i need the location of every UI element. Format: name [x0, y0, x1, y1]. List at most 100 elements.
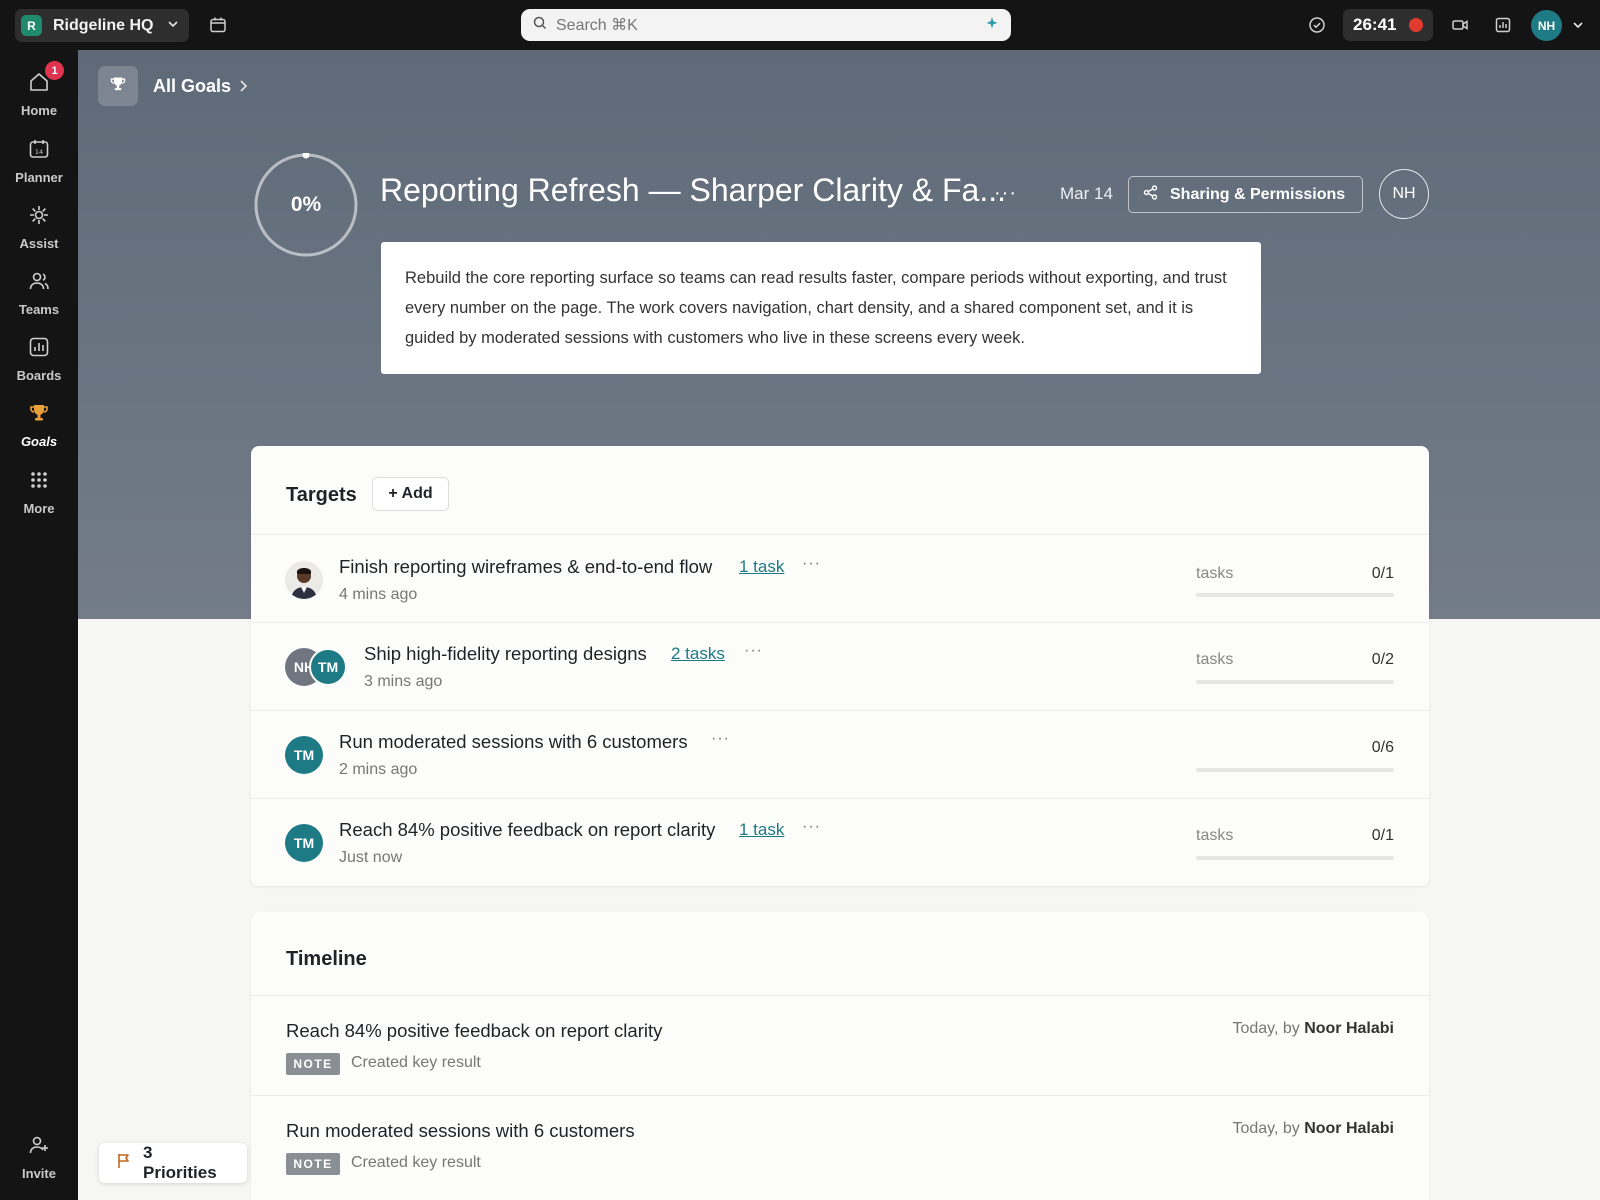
calendar-icon[interactable]	[208, 15, 228, 35]
workspace-logo: R	[21, 15, 42, 36]
timeline-entry-title[interactable]: Run moderated sessions with 6 customers	[286, 1120, 635, 1142]
due-date[interactable]: Mar 14	[1060, 184, 1113, 204]
sidebar-item-label: Home	[20, 103, 58, 118]
target-progress-bar	[1196, 593, 1394, 597]
sidebar-item-goals[interactable]: Goals	[0, 400, 78, 449]
target-timestamp: 4 mins ago	[339, 586, 418, 603]
timeline-author[interactable]: Noor Halabi	[1304, 1020, 1394, 1037]
sparkle-icon	[26, 202, 52, 228]
targets-card: Targets + Add Finish reporting wireframe…	[251, 446, 1429, 886]
share-icon	[1143, 184, 1158, 205]
check-circle-icon[interactable]	[1307, 15, 1327, 35]
sidebar-item-home[interactable]: 1 Home	[0, 61, 78, 118]
sidebar-item-label: Assist	[19, 236, 59, 251]
calendar-icon: 14	[26, 136, 52, 162]
record-dot-icon	[1409, 18, 1423, 32]
notification-badge: 1	[45, 61, 64, 80]
metric-value: 0/1	[1371, 827, 1394, 844]
target-title[interactable]: Reach 84% positive feedback on report cl…	[339, 819, 715, 841]
goal-owner-avatar[interactable]: NH	[1379, 169, 1429, 219]
metric-label: tasks	[1196, 827, 1234, 844]
grid-icon	[26, 467, 52, 493]
timeline-entry-desc: Created key result	[351, 1054, 481, 1071]
sidebar-item-assist[interactable]: Assist	[0, 202, 78, 251]
sidebar-item-label: Boards	[16, 368, 62, 383]
task-count-link[interactable]: 1 task	[739, 557, 784, 577]
more-options-icon[interactable]: ···	[744, 642, 763, 660]
recording-timer[interactable]: 26:41	[1343, 9, 1433, 41]
timeline-entry-meta: Today, by Noor Halabi	[1232, 1120, 1394, 1138]
sidebar-item-label: More	[23, 501, 55, 516]
report-icon[interactable]	[1493, 15, 1513, 35]
avatar: TM	[285, 824, 323, 862]
video-icon[interactable]	[1450, 15, 1470, 35]
more-options-icon[interactable]: ···	[802, 555, 821, 573]
search-input[interactable]: Search ⌘K	[521, 9, 1011, 41]
target-progress-bar	[1196, 856, 1394, 860]
task-count-link[interactable]: 1 task	[739, 820, 784, 840]
goal-description[interactable]: Rebuild the core reporting surface so te…	[381, 242, 1261, 374]
target-title[interactable]: Finish reporting wireframes & end-to-end…	[339, 556, 712, 578]
chevron-down-icon	[167, 17, 179, 35]
timeline-when: Today, by	[1232, 1120, 1300, 1137]
chevron-down-icon[interactable]	[1568, 15, 1588, 35]
timeline-card: Timeline Reach 84% positive feedback on …	[251, 912, 1429, 1200]
more-options-icon[interactable]: ···	[711, 730, 730, 748]
target-title[interactable]: Run moderated sessions with 6 customers	[339, 731, 688, 753]
add-target-button[interactable]: + Add	[372, 477, 449, 511]
sidebar-item-label: Goals	[20, 434, 58, 449]
target-title[interactable]: Ship high-fidelity reporting designs	[364, 643, 647, 665]
svg-text:14: 14	[35, 148, 43, 156]
share-label: Sharing & Permissions	[1170, 185, 1346, 203]
breadcrumb-all-goals[interactable]: All Goals	[153, 76, 231, 97]
chevron-right-icon	[237, 79, 249, 98]
workspace-switcher[interactable]: R Ridgeline HQ	[15, 9, 189, 42]
trophy-icon	[26, 400, 52, 426]
priorities-label: 3 Priorities	[143, 1143, 217, 1182]
more-options-icon[interactable]: ···	[802, 818, 821, 836]
search-icon	[533, 16, 547, 35]
avatar: TM	[285, 736, 323, 774]
sidebar-item-label: Planner	[15, 170, 63, 185]
metric-value: 0/2	[1371, 651, 1394, 668]
timeline-entry-title[interactable]: Reach 84% positive feedback on report cl…	[286, 1020, 662, 1042]
metric-label: tasks	[1196, 565, 1234, 582]
chart-icon	[26, 334, 52, 360]
timeline-entry[interactable]: Run moderated sessions with 6 customers …	[251, 1095, 1429, 1195]
sidebar-item-planner[interactable]: 14 Planner	[0, 136, 78, 185]
top-bar: R Ridgeline HQ Search ⌘K 26:41 NH	[0, 0, 1600, 50]
task-count-link[interactable]: 2 tasks	[671, 644, 725, 664]
goals-home-button[interactable]	[98, 66, 138, 106]
timeline-heading: Timeline	[286, 948, 367, 970]
invite-button[interactable]: Invite	[0, 1132, 78, 1181]
user-avatar[interactable]: NH	[1531, 10, 1562, 41]
priorities-button[interactable]: 3 Priorities	[99, 1143, 247, 1183]
target-timestamp: Just now	[339, 849, 403, 866]
goal-progress-percent: 0%	[290, 193, 322, 216]
target-row[interactable]: TM Reach 84% positive feedback on report…	[251, 798, 1429, 886]
sidebar-item-teams[interactable]: Teams	[0, 268, 78, 317]
metric-value: 0/6	[1371, 739, 1394, 756]
sidebar-item-boards[interactable]: Boards	[0, 334, 78, 383]
timeline-entry-desc: Created key result	[351, 1154, 481, 1171]
avatar: TM	[309, 648, 347, 686]
target-row[interactable]: TM Run moderated sessions with 6 custome…	[251, 710, 1429, 798]
timeline-when: Today, by	[1232, 1020, 1300, 1037]
ai-sparkle-icon[interactable]	[985, 16, 999, 35]
targets-heading: Targets	[286, 484, 357, 506]
target-progress-bar	[1196, 680, 1394, 684]
more-options-icon[interactable]: ···	[994, 182, 1017, 205]
timeline-author[interactable]: Noor Halabi	[1304, 1120, 1394, 1137]
sidebar-item-label: Teams	[18, 302, 60, 317]
sharing-permissions-button[interactable]: Sharing & Permissions	[1128, 176, 1363, 213]
sidebar-item-more[interactable]: More	[0, 467, 78, 516]
target-row[interactable]: NH TM Ship high-fidelity reporting desig…	[251, 622, 1429, 710]
people-icon	[26, 268, 52, 294]
target-row[interactable]: Finish reporting wireframes & end-to-end…	[251, 534, 1429, 622]
invite-label: Invite	[22, 1166, 56, 1181]
flag-icon	[117, 1153, 131, 1174]
target-timestamp: 2 mins ago	[339, 761, 418, 778]
avatar	[285, 561, 323, 599]
goal-title[interactable]: Reporting Refresh — Sharper Clarity & Fa…	[380, 172, 1006, 209]
timeline-entry[interactable]: Reach 84% positive feedback on report cl…	[251, 995, 1429, 1095]
